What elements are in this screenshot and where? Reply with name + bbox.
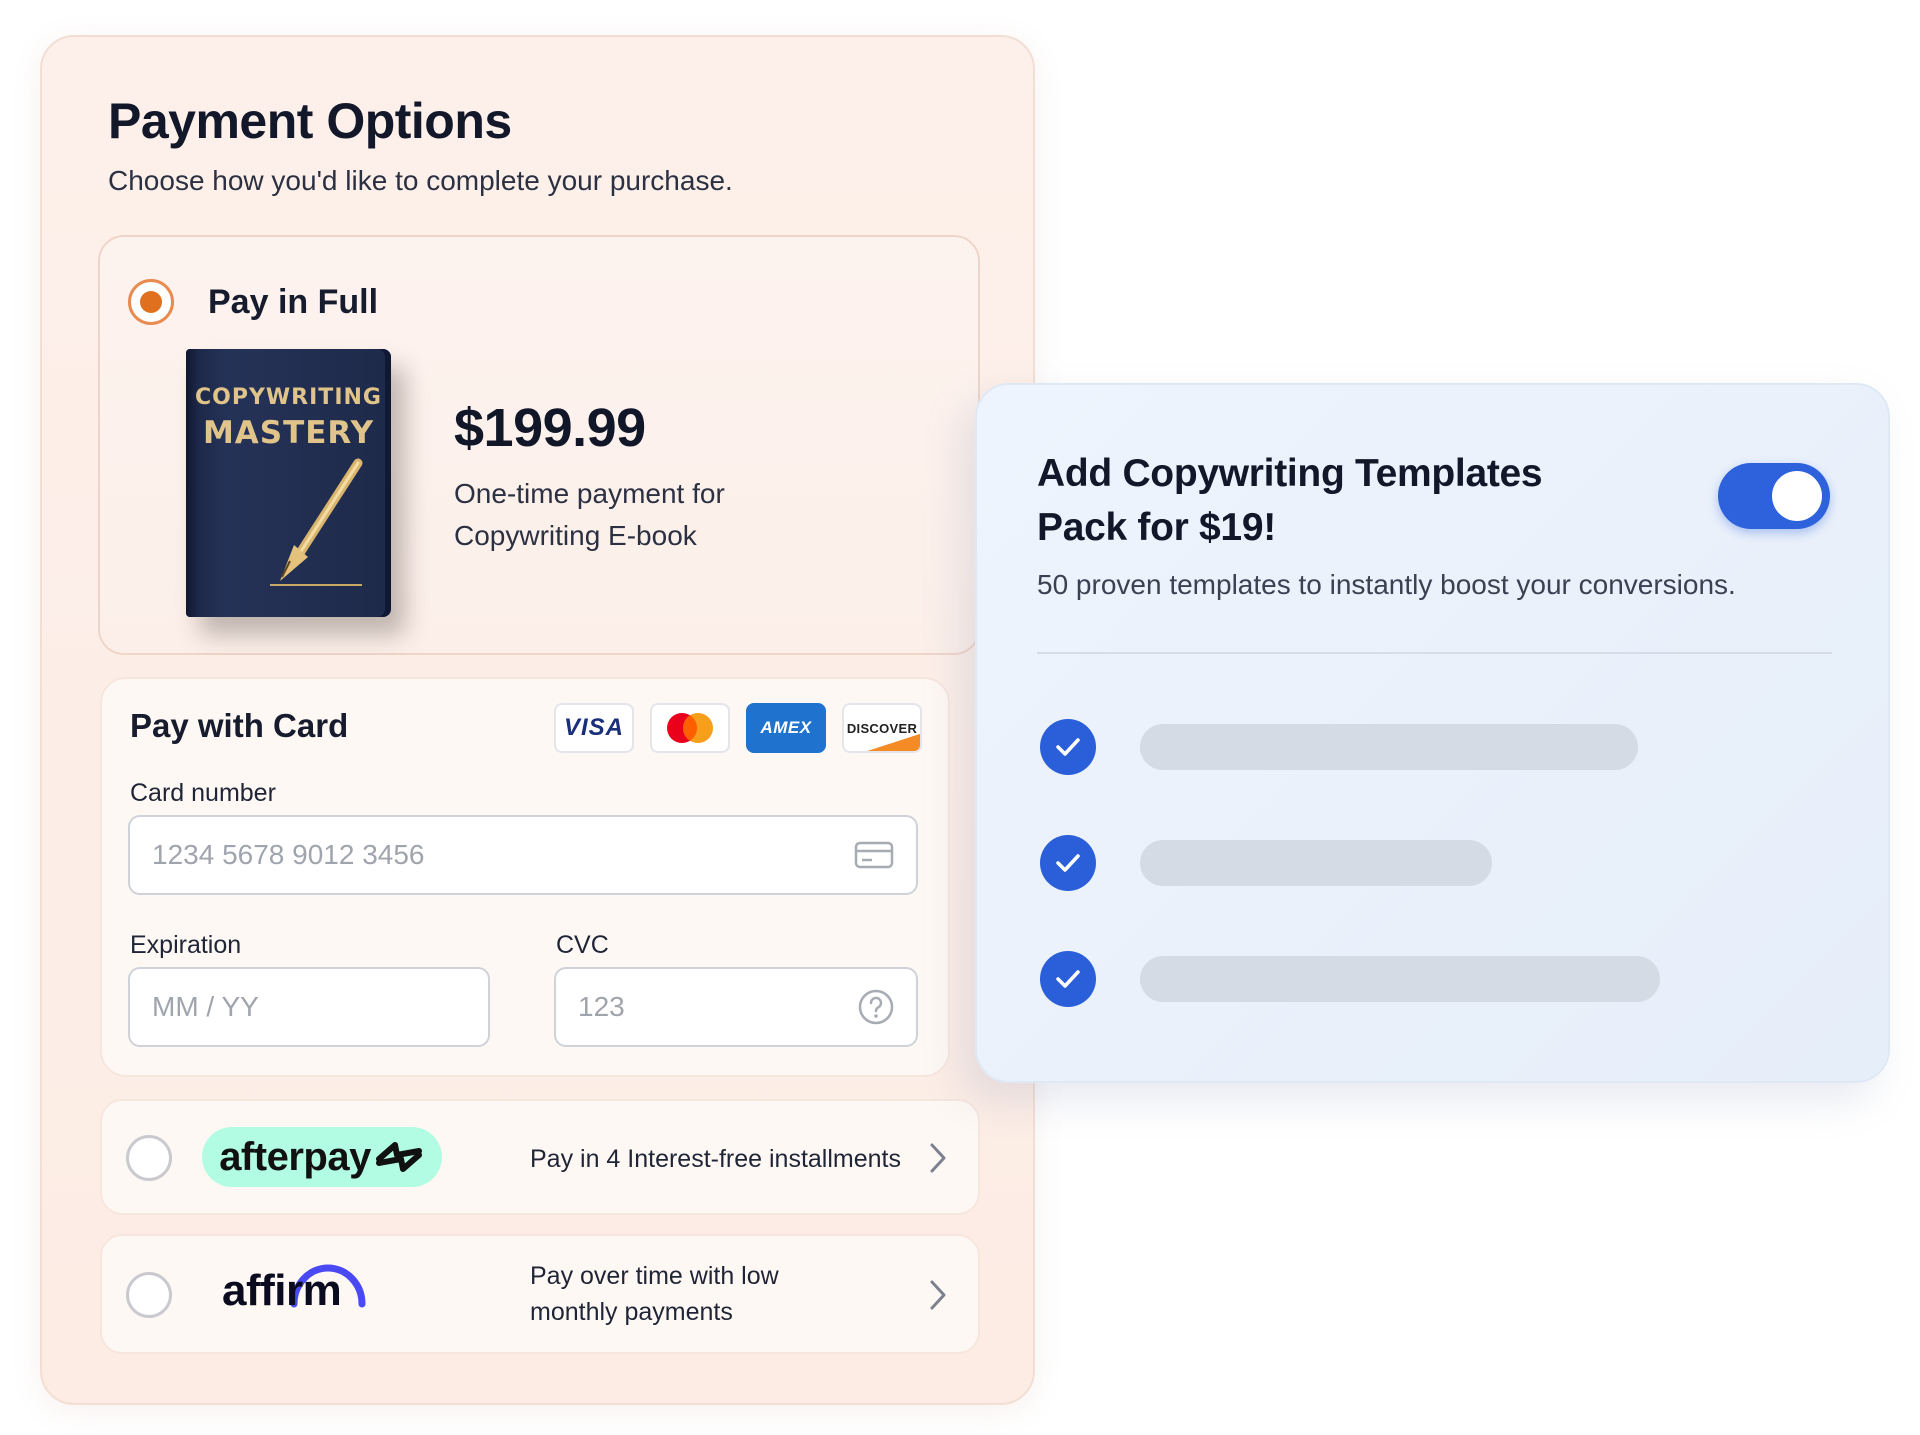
help-circle-icon[interactable] xyxy=(858,989,894,1025)
full-price: $199.99 xyxy=(454,398,646,458)
payment-options-panel: Payment Options Choose how you'd like to… xyxy=(40,35,1035,1405)
addon-title: Add Copywriting Templates Pack for $19! xyxy=(1037,452,1543,549)
chevron-right-icon[interactable] xyxy=(928,1141,948,1175)
page-title: Payment Options xyxy=(108,93,512,149)
cvc-input[interactable]: 123 xyxy=(554,967,918,1047)
feature-placeholder-bar xyxy=(1140,956,1660,1002)
pay-with-card-section: Pay with Card VISA AMEX DISCOVER Card nu… xyxy=(100,677,950,1077)
afterpay-option[interactable]: afterpay Pay in 4 Interest-free installm… xyxy=(100,1099,980,1215)
feature-item xyxy=(1040,951,1840,1007)
cvc-placeholder: 123 xyxy=(578,991,625,1022)
book-title-line1: COPYWRITING xyxy=(195,385,382,410)
upsell-addon-panel: Add Copywriting Templates Pack for $19! … xyxy=(975,383,1890,1083)
afterpay-radio[interactable] xyxy=(126,1135,172,1181)
pay-in-full-label: Pay in Full xyxy=(208,283,379,321)
feature-item xyxy=(1040,719,1840,775)
afterpay-description: Pay in 4 Interest-free installments xyxy=(530,1145,901,1173)
feature-placeholder-bar xyxy=(1140,840,1492,886)
addon-toggle[interactable] xyxy=(1718,463,1830,529)
affirm-wordmark: affirm xyxy=(222,1266,342,1315)
ebook-cover-image: COPYWRITING MASTERY xyxy=(186,349,391,617)
expiration-label: Expiration xyxy=(130,931,242,959)
afterpay-wordmark: afterpay xyxy=(219,1134,371,1179)
cvc-label: CVC xyxy=(556,931,609,959)
full-price-description: One-time payment for Copywriting E-book xyxy=(454,478,725,551)
check-circle-icon xyxy=(1040,835,1096,891)
feature-placeholder-bar xyxy=(1140,724,1638,770)
card-brand-logos: VISA AMEX DISCOVER xyxy=(554,703,922,753)
mastercard-logo xyxy=(650,703,730,753)
card-number-label: Card number xyxy=(130,779,276,807)
discover-logo: DISCOVER xyxy=(842,703,922,753)
visa-logo: VISA xyxy=(554,703,634,753)
affirm-radio[interactable] xyxy=(126,1272,172,1318)
checkout-canvas: Payment Options Choose how you'd like to… xyxy=(0,0,1920,1435)
affirm-description: Pay over time with low monthly payments xyxy=(530,1262,779,1326)
addon-description: 50 proven templates to instantly boost y… xyxy=(1037,569,1736,600)
chevron-right-icon[interactable] xyxy=(928,1278,948,1312)
affirm-option[interactable]: affirm Pay over time with low monthly pa… xyxy=(100,1234,980,1354)
expiration-input[interactable]: MM / YY xyxy=(128,967,490,1047)
feature-item xyxy=(1040,835,1840,891)
pen-icon xyxy=(270,458,363,586)
amex-logo: AMEX xyxy=(746,703,826,753)
check-circle-icon xyxy=(1040,719,1096,775)
pay-in-full-radio[interactable] xyxy=(128,279,174,325)
card-number-input[interactable]: 1234 5678 9012 3456 xyxy=(128,815,918,895)
afterpay-logo: afterpay xyxy=(202,1127,442,1187)
pay-with-card-title: Pay with Card xyxy=(130,707,349,744)
addon-divider xyxy=(1037,652,1832,654)
expiration-placeholder: MM / YY xyxy=(152,991,259,1022)
afterpay-arrows-icon xyxy=(375,1142,422,1172)
toggle-knob xyxy=(1772,471,1822,521)
check-circle-icon xyxy=(1040,951,1096,1007)
card-number-placeholder: 1234 5678 9012 3456 xyxy=(152,839,425,870)
mastercard-icon xyxy=(667,713,713,743)
card-icon xyxy=(854,841,894,869)
pay-in-full-option[interactable]: Pay in Full COPYWRITING MASTERY $199.99 … xyxy=(98,235,980,655)
book-title-line2: MASTERY xyxy=(202,415,375,451)
page-subtitle: Choose how you'd like to complete your p… xyxy=(108,165,733,196)
